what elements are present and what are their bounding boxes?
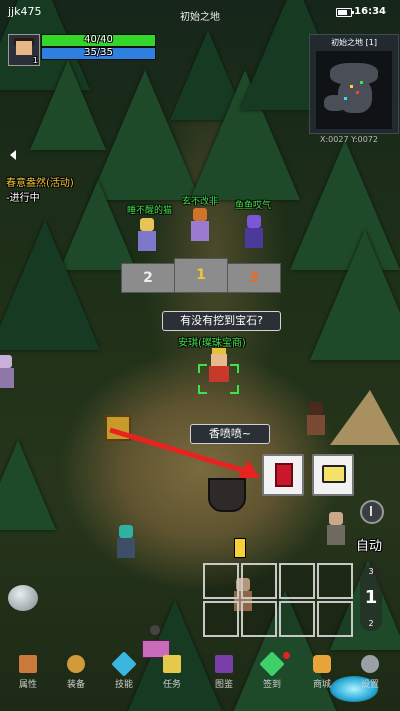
npc-character[interactable] — [305, 402, 327, 440]
ruby-gem-icon — [275, 463, 293, 487]
podium-character[interactable] — [136, 218, 158, 256]
bag-icon — [67, 655, 85, 673]
pine-tree — [310, 230, 400, 360]
target-corner — [230, 385, 239, 394]
skill-slot[interactable] — [317, 563, 353, 599]
coordinates: X:0027 Y:0072 — [320, 135, 378, 144]
npc-name-label: 玄不改非 — [182, 197, 219, 207]
auto-toggle-button[interactable] — [360, 500, 384, 524]
hero-speech-bubble: 有没有挖到宝石? — [162, 311, 281, 331]
collapse-arrow-icon[interactable] — [10, 150, 16, 160]
chat-button[interactable] — [312, 454, 354, 496]
skill-slot[interactable] — [203, 563, 239, 599]
page-down-label[interactable]: 2 — [360, 619, 382, 628]
tent — [330, 390, 400, 445]
minimap-title: 初始之地 [1] — [331, 38, 377, 47]
menu-codex[interactable]: 图鉴 — [204, 655, 244, 690]
menu-checkin[interactable]: 签到 — [252, 651, 292, 690]
menu-label: 装备 — [66, 680, 85, 690]
menu-label: 图鉴 — [214, 680, 233, 690]
npc-character[interactable] — [325, 512, 347, 550]
menu-equipment[interactable]: 装备 — [56, 655, 96, 690]
target-corner — [198, 364, 207, 373]
target-corner — [230, 364, 239, 373]
minimap-field — [316, 51, 392, 129]
podium-character[interactable] — [189, 208, 211, 246]
npc-character[interactable] — [0, 355, 16, 393]
skill-icon — [111, 651, 137, 677]
quest-icon — [163, 655, 181, 673]
podium-rank-1: 1 — [174, 258, 228, 293]
crystal-ball[interactable] — [8, 585, 38, 611]
minimap[interactable]: 初始之地 [1] — [309, 34, 399, 134]
pine-tree — [0, 440, 56, 530]
menu-label: 商城 — [312, 680, 331, 690]
menu-quests[interactable]: 任务 — [152, 655, 192, 690]
menu-label: 任务 — [162, 680, 181, 690]
menu-label: 签到 — [262, 680, 281, 690]
skill-page-number: 1 — [364, 587, 378, 608]
skill-slot[interactable] — [279, 563, 315, 599]
player-avatar[interactable]: 1 — [8, 34, 40, 66]
mp-bar: 35/35 — [41, 47, 156, 60]
hero-name-label: 安琪(璨珠宝商) — [178, 338, 246, 349]
skill-page-control[interactable]: 3 1 2 — [360, 565, 382, 631]
skill-slot[interactable] — [241, 563, 277, 599]
menu-shop[interactable]: 商城 — [302, 655, 342, 690]
menu-attributes[interactable]: 属性 — [8, 655, 48, 690]
notification-dot — [283, 652, 290, 659]
crow — [150, 625, 160, 635]
page-up-label[interactable]: 3 — [360, 567, 382, 576]
mp-text: 35/35 — [84, 47, 113, 58]
menu-label: 属性 — [18, 680, 37, 690]
gem-item-button[interactable] — [262, 454, 304, 496]
podium-rank-2: 2 — [121, 263, 175, 293]
quest-title[interactable]: 春意盎然(活动) — [6, 174, 74, 189]
red-arrow — [109, 427, 260, 478]
gear-icon — [361, 655, 379, 673]
menu-label: 设置 — [360, 680, 379, 690]
book-icon — [215, 655, 233, 673]
skill-slot[interactable] — [317, 601, 353, 637]
pine-tree — [0, 220, 100, 350]
menu-skills[interactable]: 技能 — [104, 651, 144, 690]
shop-icon — [313, 655, 331, 673]
npc-character[interactable] — [115, 525, 137, 563]
npc-name-label: 鱼鱼哎气 — [235, 201, 272, 211]
character-icon — [19, 655, 37, 673]
clock: 16:34 — [354, 6, 386, 17]
gem-icon — [259, 651, 285, 677]
podium-character[interactable] — [243, 215, 265, 253]
hp-bar: 40/40 — [41, 34, 156, 47]
hp-text: 40/40 — [84, 34, 113, 45]
speech-bubble-icon — [322, 465, 346, 483]
podium-rank-3: 3 — [227, 263, 281, 293]
skill-slot[interactable] — [279, 601, 315, 637]
skill-slot[interactable] — [241, 601, 277, 637]
battery-icon — [336, 8, 354, 17]
player-level: 1 — [32, 56, 38, 65]
quest-marker-icon — [234, 538, 246, 558]
menu-settings[interactable]: 设置 — [350, 655, 390, 690]
menu-label: 技能 — [114, 680, 133, 690]
auto-label[interactable]: 自动 — [356, 535, 382, 554]
skill-slot[interactable] — [203, 601, 239, 637]
npc-name-label: 睡不醒的猫 — [127, 206, 173, 216]
quest-status: -进行中 — [6, 193, 40, 204]
target-corner — [198, 385, 207, 394]
player-character[interactable] — [206, 348, 232, 384]
